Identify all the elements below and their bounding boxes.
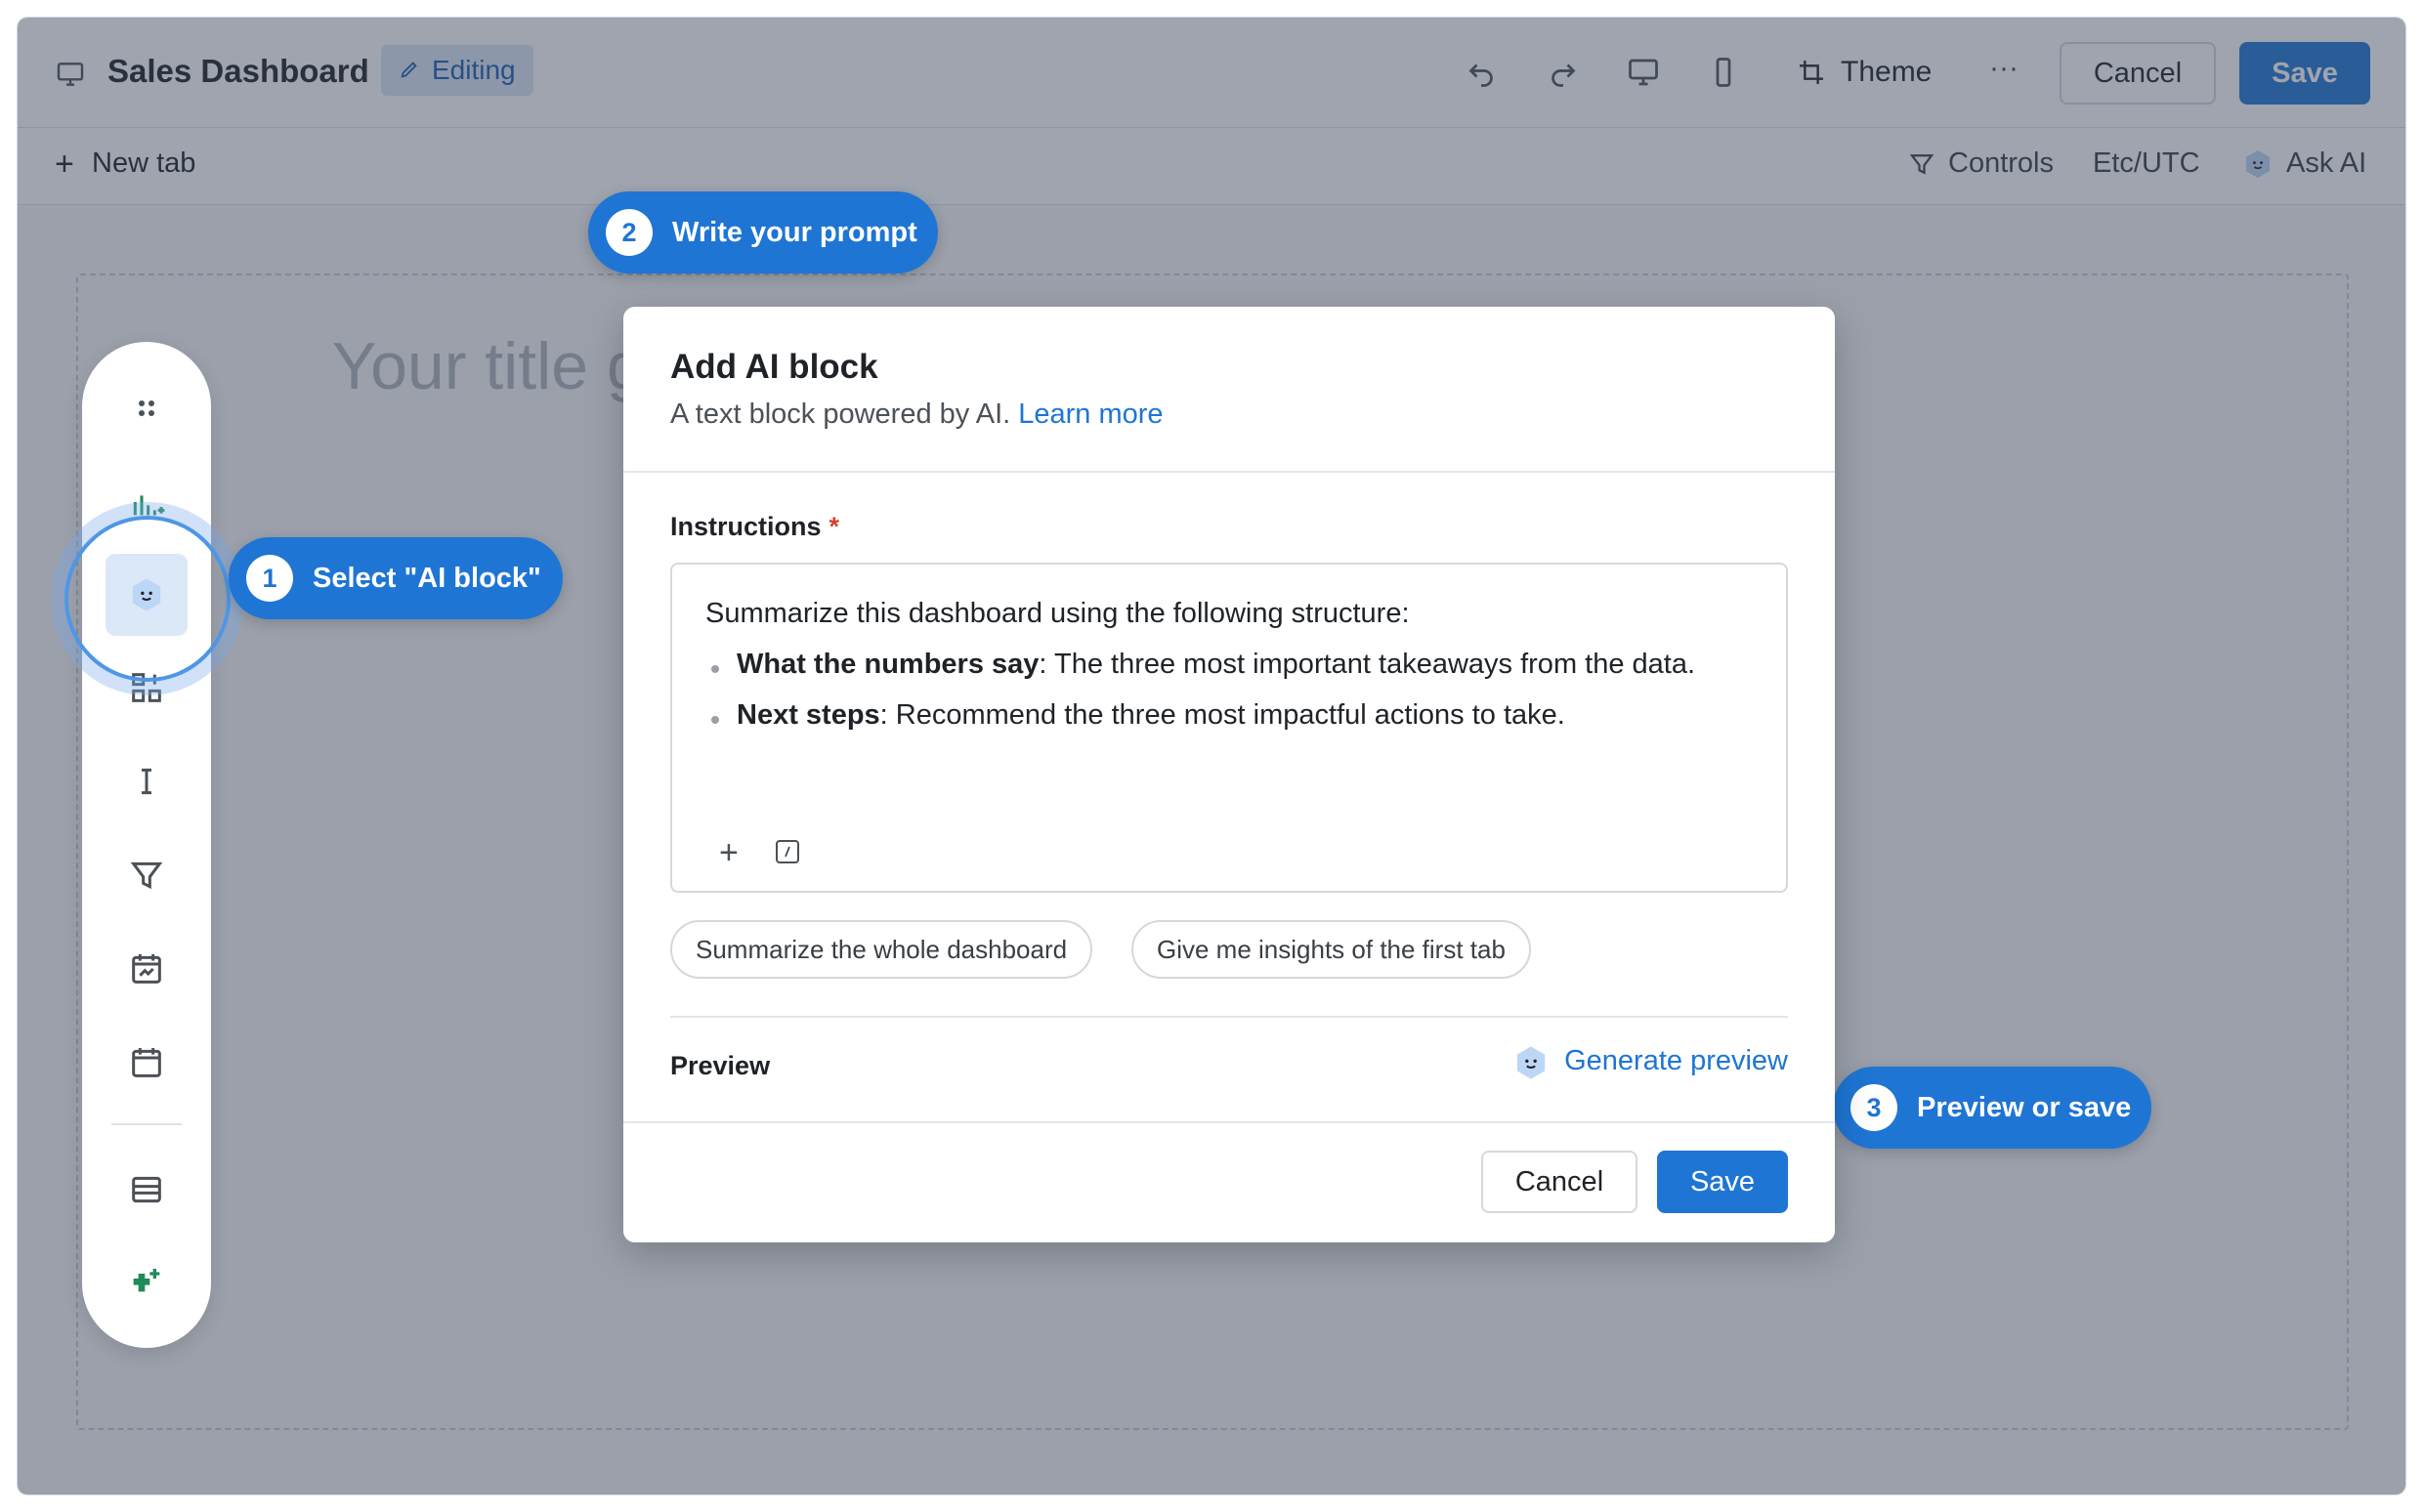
step-3-label: Preview or save (1917, 1092, 2132, 1123)
dialog-footer: Cancel Save (623, 1121, 1835, 1242)
calendar-icon[interactable] (127, 1043, 166, 1082)
step-2-callout: 2 Write your prompt (588, 191, 938, 273)
instructions-label-text: Instructions (670, 512, 822, 541)
puzzle-add-icon[interactable] (127, 1264, 166, 1303)
dialog-subtitle: A text block powered by AI. Learn more (670, 399, 1164, 431)
bullet-text: : Recommend the three most impactful act… (879, 699, 1565, 731)
suggestion-chip[interactable]: Summarize the whole dashboard (670, 920, 1093, 979)
toolbar-divider (111, 1123, 182, 1125)
block-toolbar (82, 342, 211, 1348)
insert-plus-icon[interactable]: + (719, 834, 739, 872)
dialog-cancel-button[interactable]: Cancel (1481, 1151, 1637, 1213)
text-icon[interactable] (127, 762, 166, 801)
dialog-title: Add AI block (670, 348, 878, 386)
date-chart-icon[interactable] (127, 949, 166, 988)
instructions-label: Instructions * (670, 512, 839, 542)
step-2-label: Write your prompt (672, 217, 917, 248)
bullet-bold: Next steps (737, 699, 880, 731)
step-1-number: 1 (246, 555, 293, 602)
instructions-bullet: What the numbers say: The three most imp… (705, 649, 1695, 681)
step-3-number: 3 (1850, 1084, 1897, 1131)
ai-block-highlight-ring (64, 516, 231, 682)
dialog-header-divider (623, 471, 1835, 473)
dialog-subtitle-text: A text block powered by AI. (670, 399, 1011, 430)
generate-preview-label: Generate preview (1564, 1045, 1788, 1076)
add-ai-block-dialog: Add AI block A text block powered by AI.… (623, 307, 1835, 1242)
section-icon[interactable] (127, 1170, 166, 1209)
step-1-label: Select "AI block" (313, 563, 541, 594)
ai-face-icon (1516, 1046, 1546, 1079)
filter-tool-icon[interactable] (127, 856, 166, 895)
suggestion-chip[interactable]: Give me insights of the first tab (1131, 920, 1531, 979)
required-mark: * (829, 512, 840, 541)
preview-divider (670, 1016, 1788, 1018)
app-window: Sales Dashboard Editing Theme ··· Cancel (18, 18, 2405, 1494)
instructions-intro: Summarize this dashboard using the follo… (705, 598, 1410, 629)
learn-more-link[interactable]: Learn more (1018, 399, 1163, 430)
bullet-text: : The three most important takeaways fro… (1039, 649, 1696, 680)
instructions-bullet: Next steps: Recommend the three most imp… (705, 699, 1565, 732)
slash-command-icon[interactable] (776, 840, 799, 863)
instructions-editor[interactable]: Summarize this dashboard using the follo… (670, 563, 1788, 893)
dialog-save-button[interactable]: Save (1657, 1151, 1788, 1213)
step-3-callout: 3 Preview or save (1833, 1067, 2151, 1149)
drag-handle-icon[interactable] (127, 389, 166, 428)
bullet-bold: What the numbers say (737, 649, 1040, 680)
generate-preview-button[interactable]: Generate preview (1511, 1045, 1788, 1079)
step-2-number: 2 (606, 209, 653, 256)
preview-label: Preview (670, 1051, 771, 1080)
step-1-callout: 1 Select "AI block" (229, 537, 563, 619)
